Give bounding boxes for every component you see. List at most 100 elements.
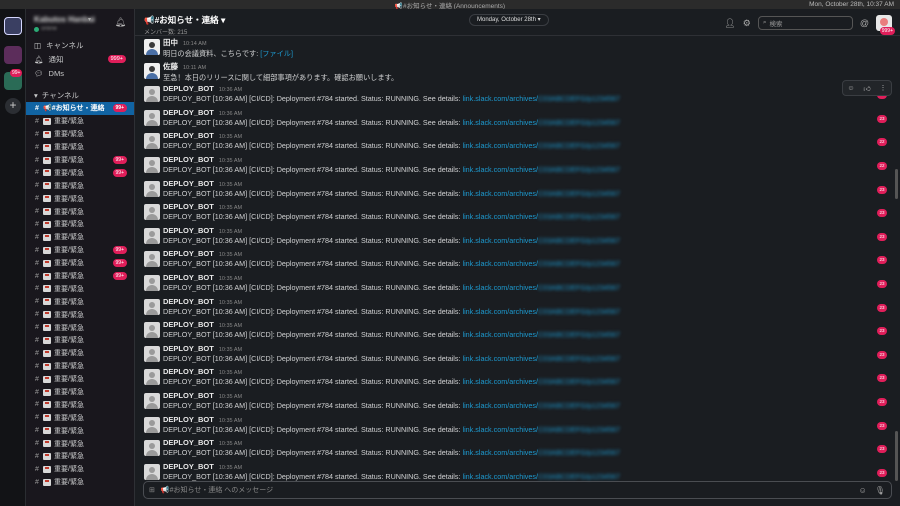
avatar[interactable] [144, 392, 160, 409]
message-link-redacted[interactable]: C03ABCDEFG/p1234567 [538, 425, 620, 434]
sidebar-channel-item[interactable]: # 重要/緊急 [26, 192, 134, 205]
message-link[interactable]: link.slack.com/archives/ [462, 141, 538, 150]
message-link[interactable]: link.slack.com/archives/ [462, 165, 538, 174]
sidebar-nav-item[interactable]: 🔔︎ 通知 999+ [26, 52, 134, 66]
message-link-redacted[interactable]: C03ABCDEFG/p1234567 [538, 189, 620, 198]
message-timestamp[interactable]: 10:35 AM [219, 158, 242, 164]
message-author[interactable]: DEPLOY_BOT [163, 155, 214, 164]
message-link[interactable]: link.slack.com/archives/ [462, 377, 538, 386]
gear-icon[interactable]: ⚙ [743, 18, 751, 29]
sidebar-channel-item[interactable]: # 重要/緊急 99+ [26, 166, 134, 179]
message-link-redacted[interactable]: C03ABCDEFG/p1234567 [538, 330, 620, 339]
message-link-redacted[interactable]: C03ABCDEFG/p1234567 [538, 212, 620, 221]
search-input[interactable]: ⌕ 検索 [757, 16, 853, 30]
avatar[interactable] [144, 86, 160, 103]
message-timestamp[interactable]: 10:35 AM [219, 323, 242, 329]
sidebar-channel-item[interactable]: # 重要/緊急 [26, 218, 134, 231]
avatar[interactable] [144, 440, 160, 457]
sidebar-channel-item[interactable]: # 重要/緊急 [26, 205, 134, 218]
reaction-badge[interactable]: 22 [877, 161, 887, 170]
message-timestamp[interactable]: 10:14 AM [183, 41, 207, 47]
thumbs-up-icon[interactable]: 👍︎ [863, 84, 870, 93]
avatar[interactable] [144, 109, 160, 126]
message-author[interactable]: DEPLOY_BOT [163, 273, 214, 282]
message-link[interactable]: link.slack.com/archives/ [462, 118, 538, 127]
message-author[interactable]: DEPLOY_BOT [163, 438, 214, 447]
message-author[interactable]: DEPLOY_BOT [163, 249, 214, 258]
workspace-switcher-2[interactable] [4, 46, 22, 64]
message-author[interactable]: DEPLOY_BOT [163, 84, 214, 93]
message-item[interactable]: DEPLOY_BOT 10:36 AM DEPLOY_BOT [10:36 AM] … [135, 108, 893, 132]
message-link[interactable]: link.slack.com/archives/ [462, 283, 538, 292]
message-item[interactable]: DEPLOY_BOT 10:35 AM DEPLOY_BOT [10:36 AM] … [135, 367, 893, 391]
sidebar-channel-item[interactable]: # 重要/緊急 [26, 411, 134, 424]
sidebar-channel-item[interactable]: # 重要/緊急 [26, 360, 134, 373]
message-link[interactable]: link.slack.com/archives/ [462, 448, 538, 457]
date-divider[interactable]: Monday, October 28th ▾ [469, 14, 549, 26]
avatar[interactable] [144, 133, 160, 150]
message-item[interactable]: DEPLOY_BOT 10:35 AM DEPLOY_BOT [10:36 AM] … [135, 273, 893, 297]
message-link[interactable]: link.slack.com/archives/ [462, 189, 538, 198]
bell-icon[interactable]: 🔔︎ [115, 17, 126, 28]
scrollbar-thumb[interactable] [895, 169, 898, 199]
message-timestamp[interactable]: 10:11 AM [183, 65, 206, 71]
message-timestamp[interactable]: 10:35 AM [219, 300, 242, 306]
more-icon[interactable]: ⋮ [880, 84, 887, 92]
sidebar-nav-item[interactable]: 💬︎ DMs [26, 66, 134, 80]
message-author[interactable]: 田中 [163, 38, 178, 47]
microphone-icon[interactable]: 🎙︎ [875, 486, 885, 495]
sidebar-channel-item[interactable]: # 重要/緊急 [26, 334, 134, 347]
message-item[interactable]: DEPLOY_BOT 10:35 AM DEPLOY_BOT [10:36 AM] … [135, 249, 893, 273]
message-item[interactable]: DEPLOY_BOT 10:35 AM DEPLOY_BOT [10:36 AM] … [135, 320, 893, 344]
message-author[interactable]: DEPLOY_BOT [163, 297, 214, 306]
message-link-redacted[interactable]: C03ABCDEFG/p1234567 [538, 448, 620, 457]
sidebar-channel-item[interactable]: # 重要/緊急 [26, 115, 134, 128]
sidebar-channel-item[interactable]: # 重要/緊急 [26, 179, 134, 192]
message-item[interactable]: DEPLOY_BOT 10:35 AM DEPLOY_BOT [10:36 AM] … [135, 438, 893, 462]
message-timestamp[interactable]: 10:35 AM [219, 465, 242, 471]
sidebar-channel-item[interactable]: # 重要/緊急 99+ [26, 270, 134, 283]
message-link[interactable]: link.slack.com/archives/ [462, 330, 538, 339]
sidebar-channel-item[interactable]: # 重要/緊急 99+ [26, 154, 134, 167]
reaction-badge[interactable]: 23 [877, 397, 887, 406]
message-item[interactable]: DEPLOY_BOT 10:35 AM DEPLOY_BOT [10:36 AM] … [135, 131, 893, 155]
message-timestamp[interactable]: 10:35 AM [219, 394, 242, 400]
avatar[interactable] [144, 463, 160, 480]
message-author[interactable]: DEPLOY_BOT [163, 320, 214, 329]
message-link-redacted[interactable]: C03ABCDEFG/p1234567 [538, 354, 620, 363]
sidebar-channel-item[interactable]: # 重要/緊急 [26, 386, 134, 399]
sidebar-channel-item[interactable]: # 重要/緊急 [26, 398, 134, 411]
avatar[interactable] [144, 298, 160, 315]
workspace-switcher-current[interactable] [4, 17, 22, 35]
message-link-redacted[interactable]: C03ABCDEFG/p1234567 [538, 141, 620, 150]
mention-icon[interactable]: @ [860, 18, 869, 28]
message-item[interactable]: DEPLOY_BOT 10:35 AM DEPLOY_BOT [10:36 AM] … [135, 391, 893, 415]
message-timestamp[interactable]: 10:35 AM [219, 252, 242, 258]
message-timestamp[interactable]: 10:35 AM [219, 276, 242, 282]
reaction-badge[interactable]: 23 [877, 421, 887, 430]
avatar[interactable] [144, 274, 160, 291]
format-icon[interactable]: ⊞ [149, 486, 155, 494]
reaction-badge[interactable]: 23 [877, 374, 887, 383]
message-link[interactable]: link.slack.com/archives/ [462, 236, 538, 245]
message-link-redacted[interactable]: C03ABCDEFG/p1234567 [538, 118, 620, 127]
message-link[interactable]: link.slack.com/archives/ [462, 212, 538, 221]
channels-section-header[interactable]: ▾ チャンネル [26, 88, 134, 102]
avatar[interactable] [144, 345, 160, 362]
sidebar-channel-item[interactable]: # 重要/緊急 [26, 450, 134, 463]
avatar[interactable] [144, 227, 160, 244]
message-item[interactable]: 田中 10:14 AM 明日の会議資料、こちらです: [ファイル] [135, 37, 893, 61]
add-reaction-icon[interactable]: ☺ [847, 85, 854, 92]
message-link[interactable]: link.slack.com/archives/ [462, 425, 538, 434]
message-item[interactable]: 佐藤 10:11 AM 至急！本日のリリースに関して細部事項があります。確認お願いし… [135, 61, 893, 85]
message-timestamp[interactable]: 10:36 AM [219, 87, 242, 93]
message-item[interactable]: DEPLOY_BOT 10:35 AM DEPLOY_BOT [10:36 AM] … [135, 462, 893, 483]
workspace-header[interactable]: Kabutos Hanbai ▾ online 🔔︎ [26, 9, 134, 38]
sidebar-channel-item[interactable]: # 重要/緊急 [26, 282, 134, 295]
message-item[interactable]: DEPLOY_BOT 10:35 AM DEPLOY_BOT [10:36 AM] … [135, 415, 893, 439]
reaction-badge[interactable]: 23 [877, 114, 887, 123]
message-timestamp[interactable]: 10:36 AM [219, 111, 242, 117]
message-author[interactable]: DEPLOY_BOT [163, 462, 214, 471]
add-workspace-button[interactable]: + [5, 98, 21, 114]
message-timestamp[interactable]: 10:35 AM [219, 134, 242, 140]
